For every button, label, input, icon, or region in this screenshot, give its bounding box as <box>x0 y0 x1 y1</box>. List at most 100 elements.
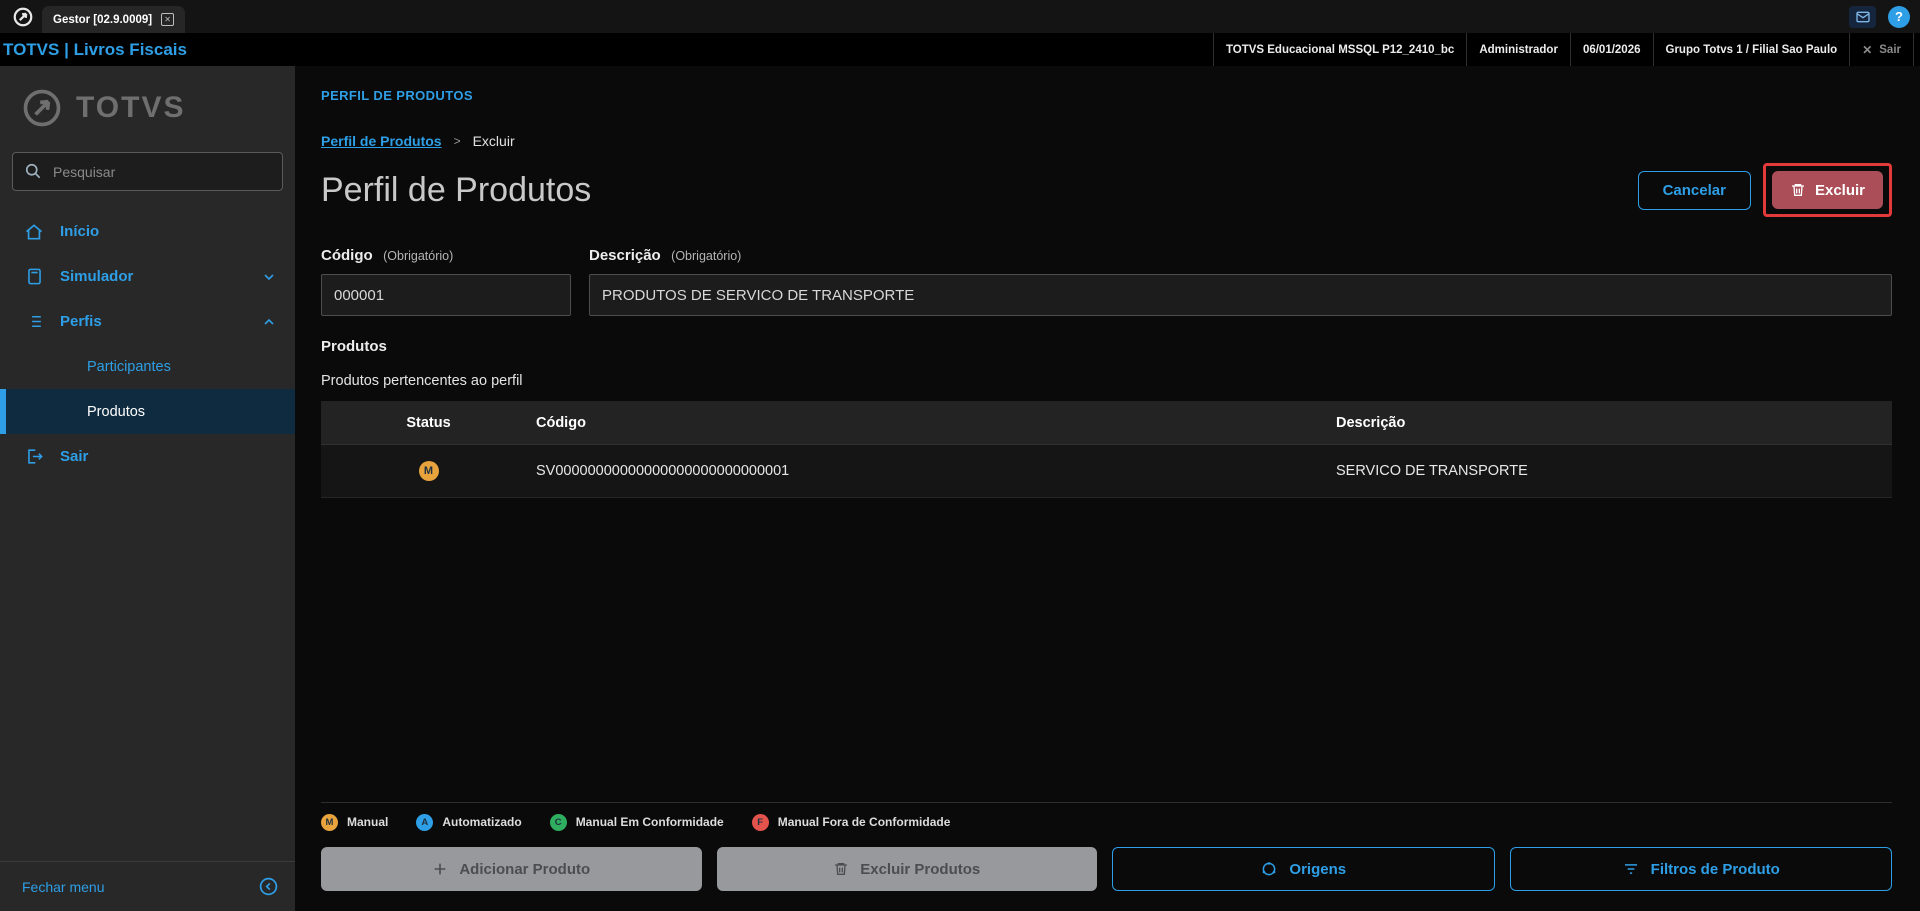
column-header-descricao: Descrição <box>1336 414 1406 431</box>
search-icon <box>23 161 43 181</box>
sidebar-logo: TOTVS <box>0 66 295 140</box>
table-row[interactable]: M SV00000000000000000000000000001 SERVIC… <box>321 445 1892 498</box>
status-cell: M <box>321 461 536 481</box>
sidebar-logo-text: TOTVS <box>76 91 186 124</box>
descricao-required-hint: (Obrigatório) <box>671 249 742 263</box>
delete-button[interactable]: Excluir <box>1771 171 1883 209</box>
status-conformidade-icon: C <box>549 813 567 831</box>
logout-icon <box>24 447 44 466</box>
plus-icon <box>432 861 448 877</box>
cancel-button[interactable]: Cancelar <box>1637 170 1751 210</box>
search-input[interactable] <box>12 152 283 191</box>
status-fora-conformidade-icon: F <box>751 813 769 831</box>
window-tab-label: Gestor [02.9.0009] <box>53 13 153 26</box>
legend-label: Automatizado <box>442 815 522 829</box>
column-header-status: Status <box>406 414 451 431</box>
environment-label: TOTVS Educacional MSSQL P12_2410_bc <box>1212 33 1466 66</box>
products-section-label: Produtos <box>321 338 387 355</box>
profile-form: Código (Obrigatório) Descrição (Obrigató… <box>321 247 1892 316</box>
add-product-label: Adicionar Produto <box>459 860 591 878</box>
status-legend: M Manual A Automatizado C Manual Em Conf… <box>321 803 1892 841</box>
add-product-button[interactable]: Adicionar Produto <box>321 847 702 891</box>
descricao-input[interactable] <box>589 274 1892 316</box>
collapse-menu-button[interactable]: Fechar menu <box>0 861 295 911</box>
page-actions: Cancelar Excluir <box>1637 163 1892 217</box>
page-section-header: PERFIL DE PRODUTOS <box>321 88 473 103</box>
descricao-cell: SERVICO DE TRANSPORTE <box>1336 463 1528 479</box>
help-icon[interactable]: ? <box>1888 5 1910 28</box>
topbar: TOTVS | Livros Fiscais TOTVS Educacional… <box>0 33 1920 66</box>
totvs-logo-icon <box>20 86 64 130</box>
sidebar-item-label: Início <box>60 223 100 240</box>
logout-label: Sair <box>1879 43 1901 56</box>
breadcrumb-parent-link[interactable]: Perfil de Produtos <box>321 133 442 149</box>
legend-item-manual: M Manual <box>321 813 389 831</box>
sidebar-item-inicio[interactable]: Início <box>0 209 295 254</box>
codigo-input[interactable] <box>321 274 571 316</box>
calculator-icon <box>24 267 44 286</box>
origins-icon <box>1260 860 1278 878</box>
app-title: TOTVS | Livros Fiscais <box>3 39 187 59</box>
branch-label[interactable]: Grupo Totvs 1 / Filial Sao Paulo <box>1652 33 1850 66</box>
product-filters-label: Filtros de Produto <box>1650 860 1780 878</box>
products-table: Status Código Descrição M SV000000000000… <box>321 401 1892 498</box>
status-automatizado-icon: A <box>416 813 434 831</box>
legend-label: Manual Fora de Conformidade <box>777 815 951 829</box>
app-window: Gestor [02.9.0009] ✕ ? TOTVS | Livros Fi… <box>0 0 1920 911</box>
sidebar-item-label: Produtos <box>87 403 146 420</box>
legend-item-conformidade: C Manual Em Conformidade <box>549 813 724 831</box>
trash-icon <box>833 861 849 877</box>
logout-button[interactable]: ✕ Sair <box>1849 33 1914 66</box>
filter-icon <box>1622 860 1640 878</box>
home-icon <box>24 222 44 242</box>
titlebar-actions: ? <box>1849 5 1910 28</box>
mail-icon[interactable] <box>1849 5 1876 28</box>
legend-label: Manual Em Conformidade <box>575 815 724 829</box>
table-header-row: Status Código Descrição <box>321 401 1892 445</box>
codigo-required-hint: (Obrigatório) <box>383 249 454 263</box>
sidebar-item-perfis[interactable]: Perfis <box>0 299 295 344</box>
status-badge: M <box>418 461 439 481</box>
empty-area <box>321 498 1892 802</box>
sidebar-item-label: Participantes <box>87 358 171 375</box>
legend-item-fora-conformidade: F Manual Fora de Conformidade <box>751 813 951 831</box>
topbar-info: TOTVS Educacional MSSQL P12_2410_bc Admi… <box>1212 33 1914 66</box>
sidebar-item-label: Sair <box>60 448 89 465</box>
highlight-annotation: Excluir <box>1762 163 1892 217</box>
sidebar-item-participantes[interactable]: Participantes <box>0 344 295 389</box>
origins-button[interactable]: Origens <box>1112 847 1495 891</box>
sidebar-item-label: Simulador <box>60 268 134 285</box>
delete-products-button[interactable]: Excluir Produtos <box>716 847 1097 891</box>
chevron-left-circle-icon <box>258 876 279 897</box>
chevron-up-icon <box>261 314 277 330</box>
descricao-label: Descrição <box>589 247 661 264</box>
sidebar-item-label: Perfis <box>60 313 102 330</box>
titlebar: Gestor [02.9.0009] ✕ ? <box>0 0 1920 33</box>
breadcrumb-separator: > <box>453 134 461 148</box>
codigo-label: Código <box>321 247 373 264</box>
products-subtitle: Produtos pertencentes ao perfil <box>321 373 523 389</box>
delete-button-label: Excluir <box>1814 181 1865 199</box>
tab-close-icon[interactable]: ✕ <box>161 13 175 26</box>
descricao-field-group: Descrição (Obrigatório) <box>589 247 1892 316</box>
collapse-menu-label: Fechar menu <box>22 878 105 895</box>
legend-item-automatizado: A Automatizado <box>416 813 522 831</box>
status-manual-icon: M <box>321 813 338 831</box>
close-icon: ✕ <box>1862 42 1873 57</box>
page-title: Perfil de Produtos <box>321 170 592 209</box>
breadcrumb: Perfil de Produtos > Excluir <box>321 133 1892 149</box>
column-header-codigo: Código <box>536 414 586 431</box>
chevron-down-icon <box>261 269 277 285</box>
legend-label: Manual <box>347 815 389 829</box>
user-label: Administrador <box>1466 33 1570 66</box>
totvs-logo-icon <box>12 6 34 28</box>
delete-products-label: Excluir Produtos <box>860 860 981 878</box>
window-tab[interactable]: Gestor [02.9.0009] ✕ <box>42 6 186 33</box>
date-label: 06/01/2026 <box>1569 33 1653 66</box>
sidebar-item-sair[interactable]: Sair <box>0 434 295 479</box>
sidebar-item-produtos[interactable]: Produtos <box>0 389 295 434</box>
sidebar-item-simulador[interactable]: Simulador <box>0 254 295 299</box>
sidebar: TOTVS Início <box>0 66 295 911</box>
product-filters-button[interactable]: Filtros de Produto <box>1509 847 1892 891</box>
sidebar-search <box>12 152 283 191</box>
